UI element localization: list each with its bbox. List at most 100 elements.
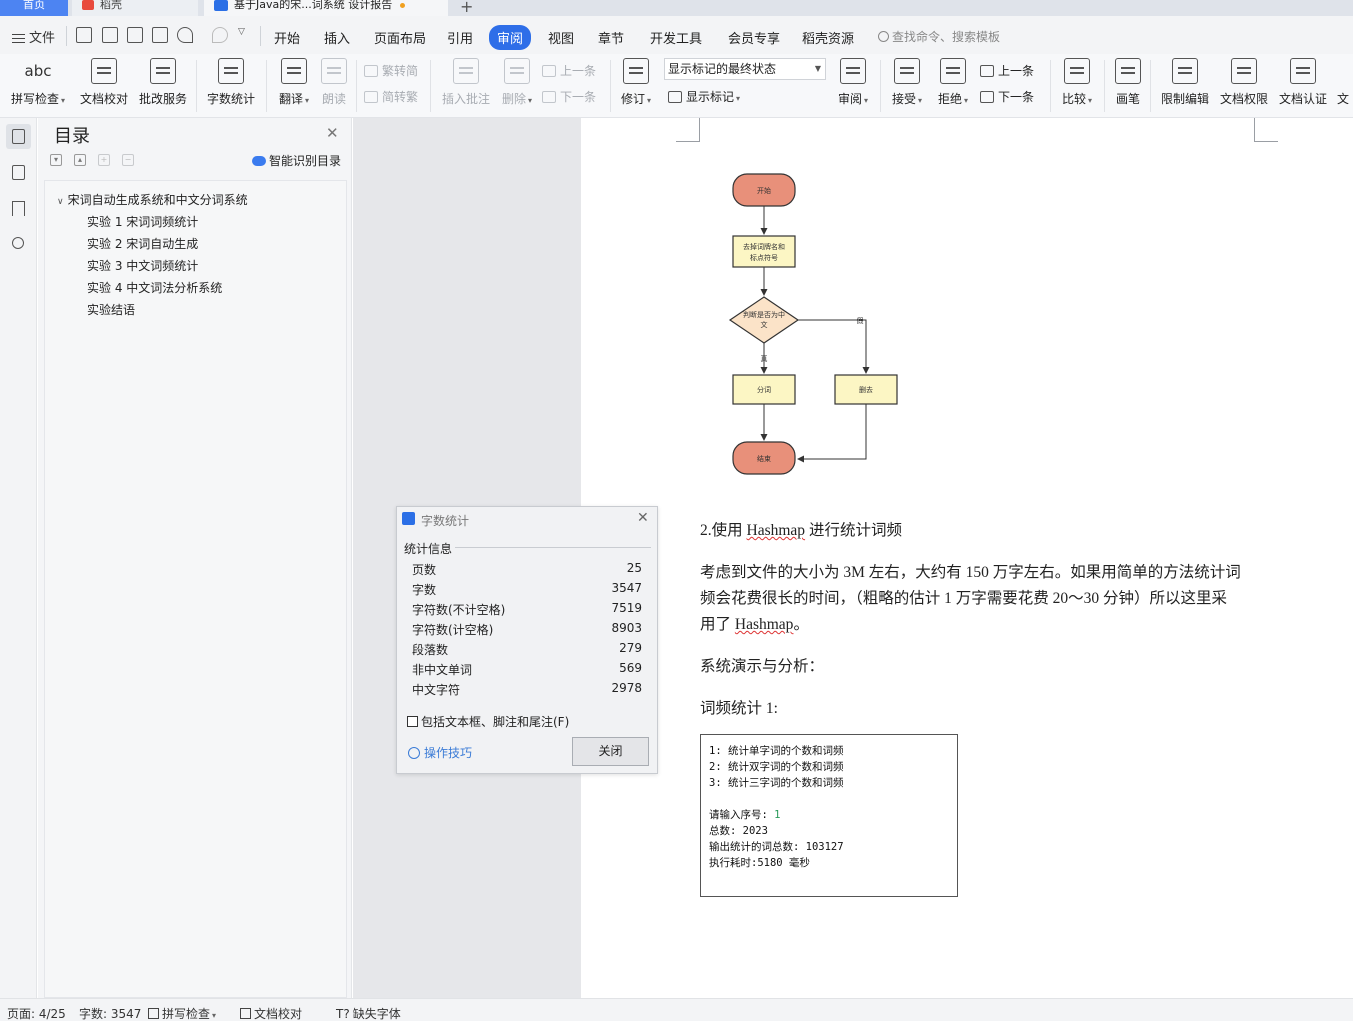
- menu-review[interactable]: 审阅: [489, 25, 532, 50]
- stat-value: 3547: [611, 581, 642, 595]
- file-menu[interactable]: 文件: [12, 27, 55, 46]
- console-line: 2: 统计双字词的个数和词频: [709, 761, 844, 773]
- read-aloud-button[interactable]: 朗读: [318, 58, 350, 107]
- tab-document[interactable]: 基于Java的宋...词系统 设计报告: [204, 0, 448, 16]
- toc-item[interactable]: 实验 1 宋词词频统计: [87, 213, 198, 230]
- doc-permissions-button[interactable]: 文档权限: [1217, 58, 1271, 107]
- chevron-down-icon: ∨: [57, 197, 64, 207]
- insert-comment-button[interactable]: 插入批注: [438, 58, 494, 107]
- status-missing-fonts[interactable]: T? 缺失字体: [336, 1005, 401, 1021]
- show-markup-icon: [668, 91, 682, 103]
- command-search[interactable]: 查找命令、搜索模板: [878, 28, 1000, 45]
- rail-bookmark-button[interactable]: [6, 196, 31, 221]
- paragraph-line[interactable]: 用了 Hashmap。: [700, 612, 809, 634]
- rail-search-button[interactable]: [6, 232, 31, 257]
- translate-button[interactable]: 翻译 ▾: [274, 58, 314, 107]
- print-preview-icon[interactable]: [152, 27, 168, 43]
- markup-view-select[interactable]: 显示标记的最终状态 ▼: [664, 58, 826, 80]
- figure-caption[interactable]: 词频统计 1:: [700, 696, 778, 718]
- console-screenshot[interactable]: 1: 统计单字词的个数和词频 2: 统计双字词的个数和词频 3: 统计三字词的个…: [700, 734, 958, 897]
- review-pane-button[interactable]: 审阅 ▾: [834, 58, 872, 107]
- spell-check-button[interactable]: abc 拼写检查 ▾: [8, 58, 68, 107]
- divider: [66, 26, 67, 46]
- close-icon[interactable]: ✕: [326, 124, 339, 142]
- menu-page-layout[interactable]: 页面布局: [374, 28, 426, 47]
- menu-bar: 文件 ▽ 开始 插入 页面布局 引用 审阅 视图 章节 开发工具 会员专享 稻壳…: [0, 16, 1353, 54]
- delete-comment-button[interactable]: 删除 ▾: [498, 58, 536, 107]
- word-count-button[interactable]: 字数统计: [204, 58, 258, 107]
- track-changes-button[interactable]: 修订 ▾: [617, 58, 655, 107]
- add-heading-icon[interactable]: +: [98, 154, 110, 166]
- stat-label: 段落数: [412, 643, 449, 657]
- menu-start[interactable]: 开始: [274, 28, 300, 47]
- prev-change-button[interactable]: 上一条: [980, 62, 1034, 79]
- menu-developer[interactable]: 开发工具: [650, 28, 702, 47]
- command-search-placeholder: 查找命令、搜索模板: [892, 30, 1001, 44]
- paragraph-line[interactable]: 考虑到文件的大小为 3M 左右，大约有 150 万字左右。如果用简单的方法统计词: [700, 560, 1241, 582]
- new-tab-button[interactable]: +: [460, 0, 473, 16]
- accept-button[interactable]: 接受 ▾: [888, 58, 926, 107]
- tab-daoke[interactable]: 稻壳: [72, 0, 198, 16]
- tab-home[interactable]: 首页: [0, 0, 68, 16]
- flow-decision-label-2: 文: [761, 320, 768, 329]
- expand-all-icon[interactable]: ▴: [74, 154, 86, 166]
- status-proofread[interactable]: 文档校对: [240, 1005, 302, 1021]
- close-button[interactable]: 关闭: [572, 737, 649, 766]
- next-comment-button[interactable]: 下一条: [542, 88, 596, 105]
- document-page[interactable]: [581, 118, 1353, 998]
- revision-service-button[interactable]: 批改服务: [136, 58, 190, 107]
- simp-to-trad-button[interactable]: 简转繁: [364, 88, 418, 105]
- stats-section-title: 统计信息: [404, 542, 453, 556]
- rail-toc-button[interactable]: [6, 124, 31, 149]
- demo-heading[interactable]: 系统演示与分析：: [700, 654, 824, 676]
- paragraph-line[interactable]: 频会花费很长的时间，（粗略的估计 1 万字需要花费 20～30 分钟）所以这里采: [700, 586, 1227, 608]
- checkbox-box[interactable]: [407, 716, 418, 727]
- word-count-indicator[interactable]: 字数: 3547: [79, 1005, 141, 1021]
- compare-button[interactable]: 比较 ▾: [1058, 58, 1096, 107]
- toc-item[interactable]: 实验 4 中文词法分析系统: [87, 279, 222, 296]
- pen-button[interactable]: 画笔: [1112, 58, 1144, 107]
- section-heading-text: 2.使用 Hashmap 进行统计词频: [700, 522, 902, 539]
- toc-item[interactable]: 实验结语: [87, 301, 135, 318]
- prev-comment-button[interactable]: 上一条: [542, 62, 596, 79]
- page-indicator[interactable]: 页面: 4/25: [7, 1005, 66, 1021]
- show-markup-button[interactable]: 显示标记 ▾: [668, 88, 740, 105]
- quick-access-dropdown-icon[interactable]: ▽: [238, 27, 254, 43]
- ribbon-overflow-button[interactable]: 文: [1337, 58, 1353, 107]
- export-pdf-icon[interactable]: [102, 27, 118, 43]
- menu-references[interactable]: 引用: [447, 28, 473, 47]
- toc-item[interactable]: ∨ 宋词自动生成系统和中文分词系统: [57, 191, 248, 208]
- spell-check-icon: abc: [24, 62, 52, 80]
- save-icon[interactable]: [76, 27, 92, 43]
- menu-membership[interactable]: 会员专享: [728, 28, 780, 47]
- restrict-editing-button[interactable]: 限制编辑: [1158, 58, 1212, 107]
- status-missing-fonts-label: 缺失字体: [352, 1007, 401, 1021]
- menu-view[interactable]: 视图: [548, 28, 574, 47]
- collapse-all-icon[interactable]: ▾: [50, 154, 62, 166]
- menu-chapter[interactable]: 章节: [598, 28, 624, 47]
- toc-item[interactable]: 实验 3 中文词频统计: [87, 257, 198, 274]
- status-spell-check[interactable]: 拼写检查 ▾: [148, 1005, 216, 1021]
- toc-item[interactable]: 实验 2 宋词自动生成: [87, 235, 198, 252]
- trad-to-simp-button[interactable]: 繁转简: [364, 62, 418, 79]
- next-change-icon: [980, 91, 994, 103]
- undo-icon[interactable]: [177, 27, 193, 43]
- reject-button[interactable]: 拒绝 ▾: [934, 58, 972, 107]
- next-change-button[interactable]: 下一条: [980, 88, 1034, 105]
- print-icon[interactable]: [127, 27, 143, 43]
- menu-insert[interactable]: 插入: [324, 28, 350, 47]
- dialog-titlebar[interactable]: 字数统计 ✕: [397, 507, 657, 531]
- smart-toc-button[interactable]: 智能识别目录: [252, 152, 341, 169]
- spelling-flag[interactable]: Hashmap: [735, 616, 794, 633]
- menu-daoke-resources[interactable]: 稻壳资源: [802, 28, 854, 47]
- section-heading[interactable]: 2.使用 Hashmap 进行统计词频: [700, 518, 902, 540]
- doc-certification-button[interactable]: 文档认证: [1276, 58, 1330, 107]
- spelling-flag[interactable]: Hashmap: [747, 522, 806, 539]
- remove-heading-icon[interactable]: −: [122, 154, 134, 166]
- redo-icon[interactable]: [212, 27, 228, 43]
- include-textbox-checkbox[interactable]: 包括文本框、脚注和尾注(F): [407, 713, 569, 730]
- tips-link[interactable]: 操作技巧: [408, 744, 472, 761]
- rail-chapter-button[interactable]: [6, 160, 31, 185]
- doc-proofread-button[interactable]: 文档校对: [76, 58, 132, 107]
- close-icon[interactable]: ✕: [637, 510, 649, 526]
